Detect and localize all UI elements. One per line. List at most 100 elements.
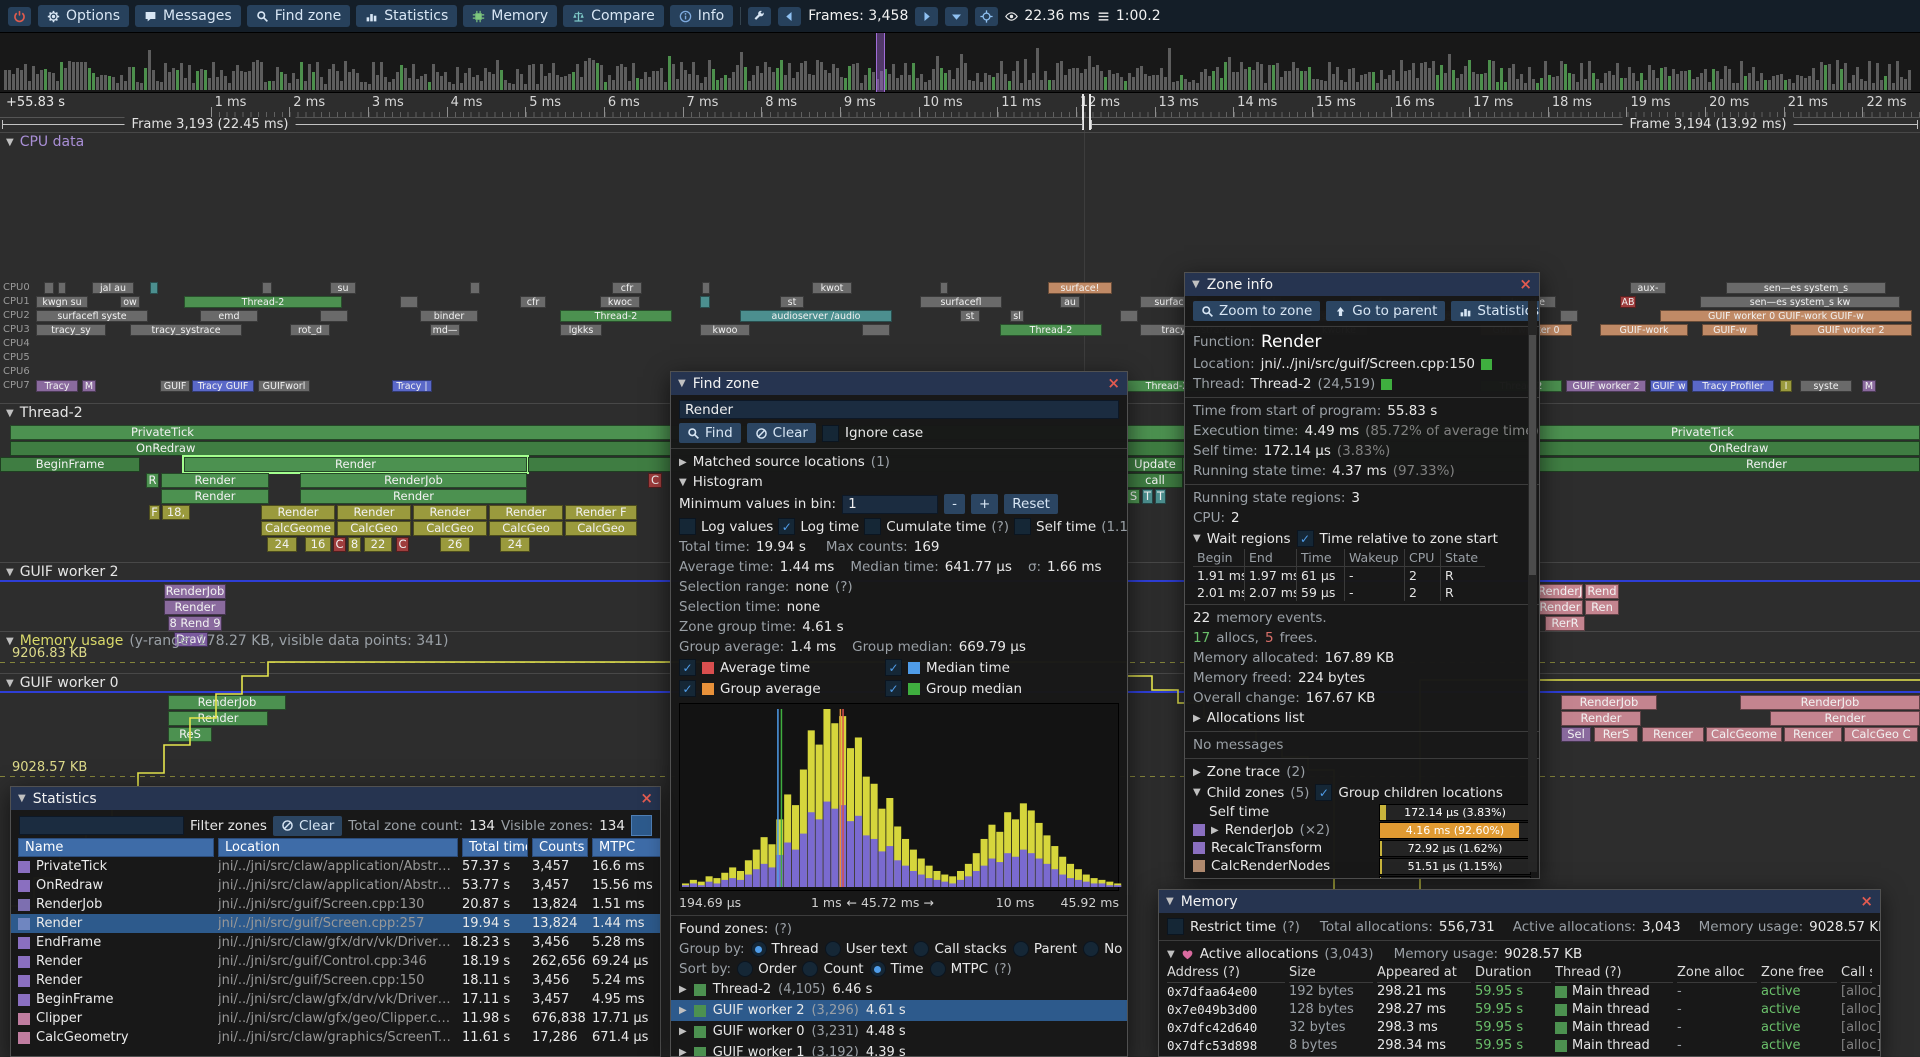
cpu-zone[interactable]: GUIF worker 0 GUIF-work GUIF-w xyxy=(1660,310,1912,322)
cpu-zone[interactable] xyxy=(400,296,418,308)
timeline-zone[interactable]: C xyxy=(648,473,662,488)
timeline-zone[interactable]: RenderJ xyxy=(1537,584,1583,599)
help-marker[interactable]: (?) xyxy=(994,961,1012,977)
allocations-column-header[interactable]: Zone alloc xyxy=(1677,964,1757,983)
allocation-row[interactable]: 0x7dfc42d64032 bytes298.3 ms59.95 sMain … xyxy=(1159,1019,1880,1037)
cpu-zone[interactable]: rot_d xyxy=(290,324,330,336)
cpu-zone[interactable]: GUIFworl xyxy=(258,380,310,392)
timeline-zone[interactable]: CalcGeome xyxy=(1706,727,1782,742)
legend-checkbox[interactable] xyxy=(679,659,696,676)
timeline-zone[interactable]: 8 Rend 9 xyxy=(168,616,222,631)
timeline-zone[interactable]: Render xyxy=(184,457,527,472)
ignore-case-checkbox[interactable] xyxy=(822,425,839,442)
toolbar-button-statistics[interactable]: Statistics xyxy=(356,5,457,27)
cpu-zone[interactable]: binder xyxy=(420,310,478,322)
cpu-zone[interactable]: GUIF worker 2 xyxy=(1566,380,1646,392)
timeline-zone[interactable]: RenderJob xyxy=(1740,695,1920,710)
timeline-zone[interactable]: Render xyxy=(300,489,527,504)
child-zone-row[interactable]: Submit35.63 µs (0.79%) xyxy=(1185,875,1539,879)
timeline-zone[interactable]: C xyxy=(396,537,409,552)
timeline-zone[interactable]: BeginFrame xyxy=(0,457,140,472)
help-marker[interactable]: (?) xyxy=(835,579,853,595)
allocation-call-stack[interactable]: [alloc] [free] xyxy=(1841,1019,1881,1037)
cpu-zone[interactable] xyxy=(702,282,710,294)
stats-row[interactable]: Renderjni/../jni/src/guif/Screen.cpp:150… xyxy=(11,971,660,990)
toolbar-button-info[interactable]: Info xyxy=(670,5,734,27)
radio-groupby-call-stacks[interactable]: Call stacks xyxy=(913,941,1006,957)
allocations-column-header[interactable]: Duration xyxy=(1475,964,1551,983)
collapse-icon[interactable]: ▼ xyxy=(678,378,686,389)
min-bin-decrease-button[interactable]: - xyxy=(944,494,965,514)
histogram-toggle[interactable]: ▼ Histogram xyxy=(671,472,1127,492)
timeline-zone[interactable]: RenderJob xyxy=(168,695,286,710)
min-bin-increase-button[interactable]: + xyxy=(971,494,998,514)
expand-icon[interactable]: ▶ xyxy=(1211,825,1219,836)
cpu-zone[interactable]: Thread-2 xyxy=(1000,324,1102,336)
cumulate-time-checkbox[interactable] xyxy=(864,518,881,535)
child-zone-row[interactable]: ▶RenderJob(×2)4.16 ms (92.60%) xyxy=(1185,821,1539,839)
zone-info-titlebar[interactable]: ▼ Zone info × xyxy=(1185,273,1539,296)
timeline-zone[interactable]: Render F xyxy=(565,505,637,520)
close-icon[interactable]: × xyxy=(1107,376,1120,391)
thread-header-thread-2[interactable]: ▼Thread-2 xyxy=(6,405,83,421)
timeline-zone[interactable]: Ren xyxy=(1585,600,1619,615)
toolbar-button-memory[interactable]: Memory xyxy=(463,5,557,27)
stats-row[interactable]: EndFramejni/../jni/src/claw/gfx/drv/vk/D… xyxy=(11,933,660,952)
cpu-zone[interactable]: Thread-2 xyxy=(184,296,342,308)
radio-sortby-time[interactable]: Time xyxy=(870,961,924,977)
location-value[interactable]: jni/../jni/src/guif/Screen.cpp:150 xyxy=(1261,356,1475,372)
stats-row[interactable]: CalcGeometryjni/../jni/src/claw/graphics… xyxy=(11,1028,660,1047)
timeline-zone[interactable]: R xyxy=(146,473,159,488)
cpu-zone[interactable]: kwoc xyxy=(600,296,640,308)
cpu-zone[interactable]: M xyxy=(82,380,96,392)
allocation-row[interactable]: 0x7e049b3d00128 bytes298.27 ms59.95 sMai… xyxy=(1159,1001,1880,1019)
zone-statistics-button[interactable]: Statistics xyxy=(1451,301,1539,321)
radio-sortby-order[interactable]: Order xyxy=(737,961,796,977)
timeline-zone[interactable]: C xyxy=(333,537,346,552)
cpu-zone[interactable]: Tracy GUIF xyxy=(192,380,254,392)
zoom-to-zone-button[interactable]: Zoom to zone xyxy=(1193,301,1320,321)
clear-button[interactable]: Clear xyxy=(747,423,816,443)
self-time-checkbox[interactable] xyxy=(1014,518,1031,535)
timeline-zone[interactable]: Render xyxy=(337,505,411,520)
log-values-checkbox[interactable] xyxy=(679,518,696,535)
statistics-titlebar[interactable]: ▼ Statistics × xyxy=(11,787,660,810)
help-marker[interactable]: (?) xyxy=(1282,919,1300,935)
timeline-zone[interactable]: CalcGeo xyxy=(489,521,563,536)
cpu-zone[interactable]: tracy_sy xyxy=(36,324,106,336)
cpu-zone[interactable]: GUIF-work xyxy=(1600,324,1688,336)
timeline-zone[interactable]: Rend xyxy=(1585,584,1619,599)
allocations-column-header[interactable]: Size xyxy=(1289,964,1373,983)
power-button[interactable] xyxy=(8,7,31,26)
timeline-zone[interactable]: RenderJob xyxy=(1561,695,1657,710)
group-children-checkbox[interactable] xyxy=(1315,784,1332,801)
allocations-list-toggle[interactable]: ▶Allocations list xyxy=(1185,708,1539,728)
timeline-zone[interactable]: Render xyxy=(1537,600,1583,615)
stats-column-header[interactable]: Total time xyxy=(462,838,528,857)
timeline-zone[interactable]: 8 xyxy=(348,537,361,552)
child-zones-toggle[interactable]: ▼ Child zones (5) Group children locatio… xyxy=(1185,782,1539,803)
stats-column-header[interactable]: Counts xyxy=(532,838,588,857)
timeline-zone[interactable]: CalcGeo xyxy=(565,521,637,536)
cpu-zone[interactable]: st xyxy=(960,310,980,322)
timeline-zone[interactable]: 24 xyxy=(500,537,530,552)
timeline-zone[interactable]: call xyxy=(1127,473,1183,488)
allocations-column-header[interactable]: Thread (?) xyxy=(1555,964,1673,983)
goto-frame-button[interactable] xyxy=(975,7,998,26)
cpu-zone[interactable]: tracy_systrace xyxy=(130,324,242,336)
timeline-zone[interactable]: 16 xyxy=(305,537,331,552)
cpu-zone[interactable]: Tracy | xyxy=(392,380,432,392)
cpu-zone[interactable] xyxy=(1120,310,1138,322)
cpu-zone[interactable]: audioserver /audio xyxy=(740,310,892,322)
thread-header-guif-worker-2[interactable]: ▼GUIF worker 2 xyxy=(6,564,119,580)
stats-row[interactable]: BeginFramejni/../jni/src/claw/gfx/drv/vk… xyxy=(11,990,660,1009)
cpu-zone[interactable] xyxy=(1560,310,1578,322)
timeline-zone[interactable]: Render xyxy=(168,711,268,726)
stats-column-header[interactable]: Location xyxy=(218,838,458,857)
timeline-zone[interactable]: Render xyxy=(413,505,487,520)
timeline-zone[interactable]: 22 xyxy=(364,537,392,552)
cpu-zone[interactable]: M xyxy=(1862,380,1876,392)
cpu-zone[interactable]: sl xyxy=(1010,310,1024,322)
cpu-zone[interactable]: kwoo xyxy=(700,324,750,336)
cpu-zone[interactable]: st xyxy=(780,296,804,308)
